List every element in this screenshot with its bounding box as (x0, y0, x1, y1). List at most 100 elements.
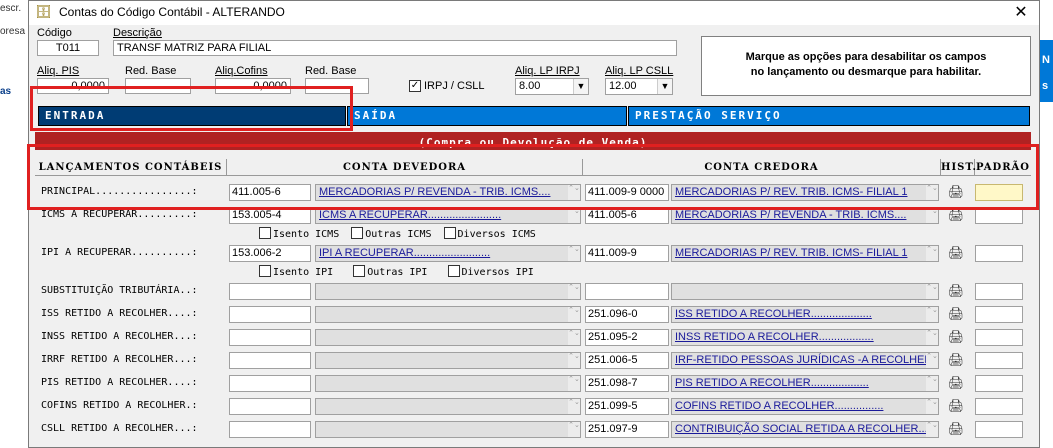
credit-description-field[interactable]: IRF-RETIDO PESSOAS JURÍDICAS -A RECOLHER… (671, 352, 939, 369)
spin-icon[interactable]: ⌃⌄ (926, 246, 938, 261)
spin-icon[interactable]: ⌃⌄ (926, 353, 938, 368)
spin-icon[interactable]: ⌃⌄ (926, 307, 938, 322)
credit-description-field[interactable]: ⌃⌄ (671, 283, 939, 300)
red-base-cofins-field[interactable] (305, 78, 369, 94)
credit-description-field[interactable]: MERCADORIAS P/ REVENDA - TRIB. ICMS.... ⌃… (671, 207, 939, 224)
padrao-field[interactable] (975, 398, 1023, 415)
debit-description-field[interactable]: ⌃⌄ (315, 398, 581, 415)
aliq-pis-field[interactable]: 0,0000 (37, 78, 109, 94)
debit-code-field[interactable]: 153.006-2 (229, 245, 311, 262)
credit-code-field[interactable]: 251.095-2 (585, 329, 669, 346)
debit-description-field[interactable]: IPI A RECUPERAR.........................… (315, 245, 581, 262)
red-base-pis-field[interactable] (125, 78, 191, 94)
spin-icon[interactable]: ⌃⌄ (568, 208, 580, 223)
debit-description-field[interactable]: ⌃⌄ (315, 329, 581, 346)
spin-icon[interactable]: ⌃⌄ (926, 185, 938, 200)
spin-icon[interactable]: ⌃⌄ (926, 208, 938, 223)
codigo-field[interactable]: T011 (37, 40, 99, 56)
debit-code-field[interactable]: 411.005-6 (229, 184, 311, 201)
history-icon[interactable]: 🖨 (947, 398, 965, 414)
padrao-field[interactable] (975, 375, 1023, 392)
diversos-icms-checkbox[interactable] (443, 227, 456, 239)
aliq-cofins-field[interactable]: 0,0000 (215, 78, 291, 94)
credit-code-field[interactable]: 251.096-0 (585, 306, 669, 323)
isento-icms-checkbox[interactable] (259, 227, 271, 239)
spin-icon[interactable]: ⌃⌄ (568, 307, 580, 322)
spin-icon[interactable]: ⌃⌄ (568, 246, 580, 261)
debit-description-field[interactable]: ICMS A RECUPERAR........................… (315, 207, 581, 224)
credit-description-field[interactable]: MERCADORIAS P/ REV. TRIB. ICMS- FILIAL 1… (671, 245, 939, 262)
chevron-down-icon[interactable]: ▼ (657, 79, 672, 94)
padrao-field[interactable] (975, 207, 1023, 224)
history-icon[interactable]: 🖨 (947, 283, 965, 299)
spin-icon[interactable]: ⌃⌄ (568, 422, 580, 437)
tab-saida[interactable]: SAÍDA (347, 106, 627, 126)
credit-description-field[interactable]: INSS RETIDO A RECOLHER..................… (671, 329, 939, 346)
spin-icon[interactable]: ⌃⌄ (568, 284, 580, 299)
outras-ipi-checkbox[interactable] (353, 265, 366, 277)
spin-icon[interactable]: ⌃⌄ (926, 422, 938, 437)
credit-code-field[interactable]: 411.005-6 (585, 207, 669, 224)
spin-icon[interactable]: ⌃⌄ (568, 330, 580, 345)
history-icon[interactable]: 🖨 (947, 329, 965, 345)
outras-icms-checkbox[interactable] (351, 227, 364, 239)
debit-code-field[interactable] (229, 329, 311, 346)
credit-code-field[interactable]: 251.099-5 (585, 398, 669, 415)
credit-code-field[interactable] (585, 283, 669, 300)
spin-icon[interactable]: ⌃⌄ (568, 376, 580, 391)
credit-code-field[interactable]: 411.009-9 0000 (585, 184, 669, 201)
spin-icon[interactable]: ⌃⌄ (568, 185, 580, 200)
padrao-field[interactable] (975, 352, 1023, 369)
history-icon[interactable]: 🖨 (947, 375, 965, 391)
debit-description-field[interactable]: ⌃⌄ (315, 283, 581, 300)
isento-ipi-checkbox[interactable] (259, 265, 271, 277)
spin-icon[interactable]: ⌃⌄ (568, 399, 580, 414)
credit-code-field[interactable]: 251.097-9 (585, 421, 669, 438)
debit-description-field[interactable]: MERCADORIAS P/ REVENDA - TRIB. ICMS.... ⌃… (315, 184, 581, 201)
credit-description-field[interactable]: PIS RETIDO A RECOLHER...................… (671, 375, 939, 392)
debit-code-field[interactable] (229, 283, 311, 300)
tab-prestacao-servico[interactable]: PRESTAÇÃO SERVIÇO (628, 106, 1030, 126)
spin-icon[interactable]: ⌃⌄ (926, 330, 938, 345)
history-icon[interactable]: 🖨 (947, 352, 965, 368)
padrao-field[interactable] (975, 184, 1023, 201)
diversos-ipi-checkbox[interactable] (447, 265, 460, 277)
lp-csll-select[interactable]: 12.00 ▼ (605, 78, 673, 95)
credit-description-field[interactable]: ISS RETIDO A RECOLHER...................… (671, 306, 939, 323)
irpj-csll-checkbox[interactable]: ✓ (409, 80, 421, 92)
debit-code-field[interactable] (229, 352, 311, 369)
padrao-field[interactable] (975, 421, 1023, 438)
debit-code-field[interactable] (229, 375, 311, 392)
credit-code-field[interactable]: 251.006-5 (585, 352, 669, 369)
chevron-down-icon[interactable]: ▼ (573, 79, 588, 94)
credit-code-field[interactable]: 251.098-7 (585, 375, 669, 392)
debit-description-field[interactable]: ⌃⌄ (315, 421, 581, 438)
lp-irpj-select[interactable]: 8.00 ▼ (515, 78, 589, 95)
spin-icon[interactable]: ⌃⌄ (568, 353, 580, 368)
history-icon[interactable]: 🖨 (947, 306, 965, 322)
credit-description-field[interactable]: COFINS RETIDO A RECOLHER................… (671, 398, 939, 415)
debit-code-field[interactable] (229, 398, 311, 415)
descricao-field[interactable]: TRANSF MATRIZ PARA FILIAL (113, 40, 677, 56)
history-icon[interactable]: 🖨 (947, 207, 965, 223)
spin-icon[interactable]: ⌃⌄ (926, 284, 938, 299)
spin-icon[interactable]: ⌃⌄ (926, 376, 938, 391)
history-icon[interactable]: 🖨 (947, 184, 965, 200)
spin-icon[interactable]: ⌃⌄ (926, 399, 938, 414)
debit-description-field[interactable]: ⌃⌄ (315, 375, 581, 392)
padrao-field[interactable] (975, 306, 1023, 323)
debit-description-field[interactable]: ⌃⌄ (315, 352, 581, 369)
history-icon[interactable]: 🖨 (947, 245, 965, 261)
debit-code-field[interactable] (229, 421, 311, 438)
tab-entrada[interactable]: ENTRADA (38, 106, 346, 126)
credit-description-field[interactable]: CONTRIBUIÇÃO SOCIAL RETIDA A RECOLHER...… (671, 421, 939, 438)
debit-code-field[interactable] (229, 306, 311, 323)
history-icon[interactable]: 🖨 (947, 421, 965, 437)
credit-description-field[interactable]: MERCADORIAS P/ REV. TRIB. ICMS- FILIAL 1… (671, 184, 939, 201)
credit-code-field[interactable]: 411.009-9 (585, 245, 669, 262)
debit-code-field[interactable]: 153.005-4 (229, 207, 311, 224)
padrao-field[interactable] (975, 245, 1023, 262)
padrao-field[interactable] (975, 329, 1023, 346)
debit-description-field[interactable]: ⌃⌄ (315, 306, 581, 323)
padrao-field[interactable] (975, 283, 1023, 300)
